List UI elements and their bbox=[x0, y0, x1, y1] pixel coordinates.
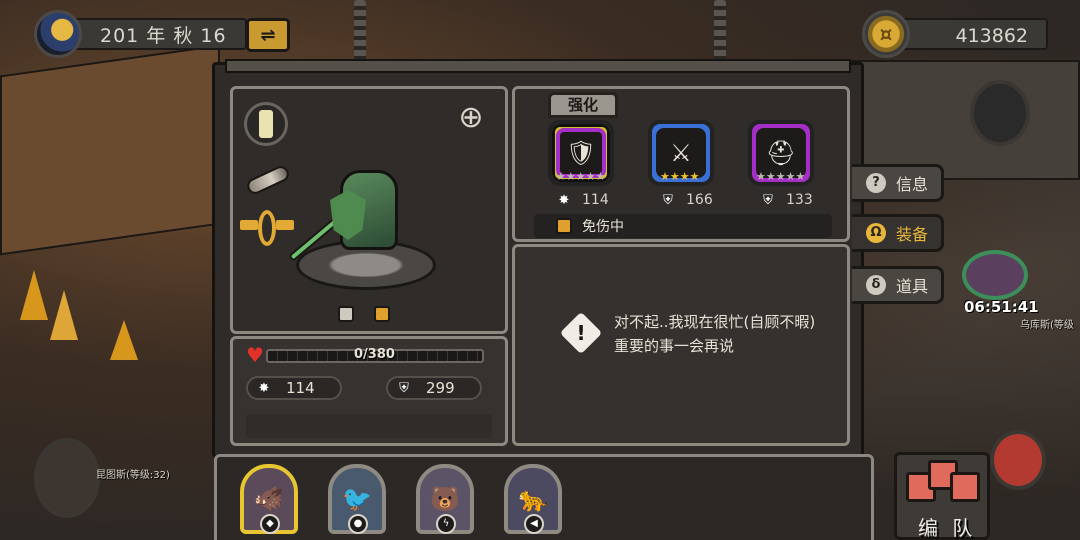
slot-2-stat: ⛨ 166 bbox=[660, 192, 740, 208]
hp-text: 0/380 bbox=[354, 347, 395, 362]
slot-1-value: 114 bbox=[582, 192, 609, 208]
rank-wings-icon bbox=[240, 210, 294, 250]
defense-icon: ⛨ bbox=[399, 380, 409, 396]
enemy-label: 乌库斯(等级 bbox=[1020, 320, 1074, 331]
menu-icon: ⇌ bbox=[260, 24, 276, 46]
gold-coin-icon: ¤ bbox=[862, 10, 910, 58]
team-formation-label: 编 队 bbox=[918, 516, 977, 540]
class-badge-icon: ◀ bbox=[524, 514, 544, 534]
hanging-chain bbox=[714, 0, 726, 62]
gold-amount: 413862 bbox=[898, 18, 1048, 50]
tab-info-label: 信息 bbox=[896, 175, 929, 194]
immune-buff-icon bbox=[374, 306, 390, 322]
slot-1-stat: ✸ 114 bbox=[556, 192, 636, 208]
defense-icon: ⛨ bbox=[763, 192, 773, 208]
strengthen-tab[interactable]: 强化 bbox=[548, 92, 618, 118]
crystal-decor bbox=[20, 270, 48, 320]
stats-extra-row bbox=[246, 414, 492, 438]
enemy-timer: 06:51:41 bbox=[964, 298, 1039, 316]
slot-3-stars: ★★★★★ bbox=[756, 170, 806, 183]
attack-value: 114 bbox=[286, 379, 315, 397]
attack-icon: ✸ bbox=[558, 192, 570, 208]
helmet-icon: Ω bbox=[866, 223, 886, 243]
hero-buff-icons bbox=[338, 306, 390, 322]
immune-status-bar: 免伤中 bbox=[534, 214, 832, 238]
class-badge-icon: ϟ bbox=[436, 514, 456, 534]
info-icon: ? bbox=[866, 173, 886, 193]
immune-label: 免伤中 bbox=[582, 219, 624, 235]
attack-stat: ✸ 114 bbox=[246, 376, 342, 400]
shield-buff-icon bbox=[338, 306, 354, 322]
date-display: 201 年 秋 16 bbox=[34, 10, 247, 58]
attack-icon: ✸ bbox=[258, 380, 270, 396]
spyglass-icon bbox=[244, 160, 292, 200]
tab-equipment[interactable]: Ω 装备 bbox=[852, 214, 944, 252]
tab-items-label: 道具 bbox=[896, 277, 929, 296]
tab-items[interactable]: δ 道具 bbox=[852, 266, 944, 304]
enemy-node-bottom[interactable] bbox=[990, 430, 1046, 490]
add-pet-icon[interactable]: ⊕ bbox=[450, 100, 492, 142]
warning-icon: ! bbox=[559, 311, 603, 355]
season-moon-icon bbox=[34, 10, 82, 58]
defense-stat: ⛨ 299 bbox=[386, 376, 482, 400]
defense-icon: ⛨ bbox=[663, 192, 673, 208]
gold-display: ¤ 413862 bbox=[862, 10, 1048, 58]
slot-1-stars: ★★★★★ bbox=[556, 170, 606, 183]
warrior-portrait-icon: 🐗 bbox=[254, 485, 284, 513]
polar-bear-portrait-icon: 🐻 bbox=[430, 485, 460, 513]
class-badge-icon: ● bbox=[348, 514, 368, 534]
potion-icon: δ bbox=[866, 275, 886, 295]
date-text: 201 年 秋 16 bbox=[70, 18, 247, 50]
rock-cliff bbox=[0, 44, 220, 256]
town-label: 昆图斯(等级:32) bbox=[96, 470, 170, 481]
heart-icon: ♥ bbox=[246, 343, 264, 367]
slot-3-value: 133 bbox=[786, 192, 813, 208]
tab-equipment-label: 装备 bbox=[896, 225, 929, 244]
class-lightning-icon bbox=[244, 102, 288, 146]
crystal-decor bbox=[110, 320, 138, 360]
busy-message: 对不起..我现在很忙(自顾不暇)重要的事一会再说 bbox=[614, 313, 816, 355]
slot-2-stars: ★★★★ bbox=[660, 170, 700, 183]
rock-ledge bbox=[850, 60, 1080, 180]
slot-3-stat: ⛨ 133 bbox=[760, 192, 840, 208]
hp-row: ♥ 0/380 bbox=[246, 343, 490, 367]
cheetah-portrait-icon: 🐆 bbox=[518, 485, 548, 513]
defense-value: 299 bbox=[426, 379, 455, 397]
slot-2-value: 166 bbox=[686, 192, 713, 208]
team-formation-icon bbox=[906, 460, 980, 512]
tab-info[interactable]: ? 信息 bbox=[852, 164, 944, 202]
boss-node[interactable] bbox=[970, 80, 1030, 146]
seagull-portrait-icon: 🐦 bbox=[342, 485, 372, 513]
enemy-node[interactable] bbox=[962, 250, 1028, 300]
crystal-decor bbox=[50, 290, 78, 340]
immune-icon bbox=[556, 218, 572, 234]
menu-button[interactable]: ⇌ bbox=[246, 18, 290, 52]
town-node[interactable] bbox=[34, 438, 100, 518]
hanging-chain bbox=[354, 0, 366, 62]
class-badge-icon: ◆ bbox=[260, 514, 280, 534]
